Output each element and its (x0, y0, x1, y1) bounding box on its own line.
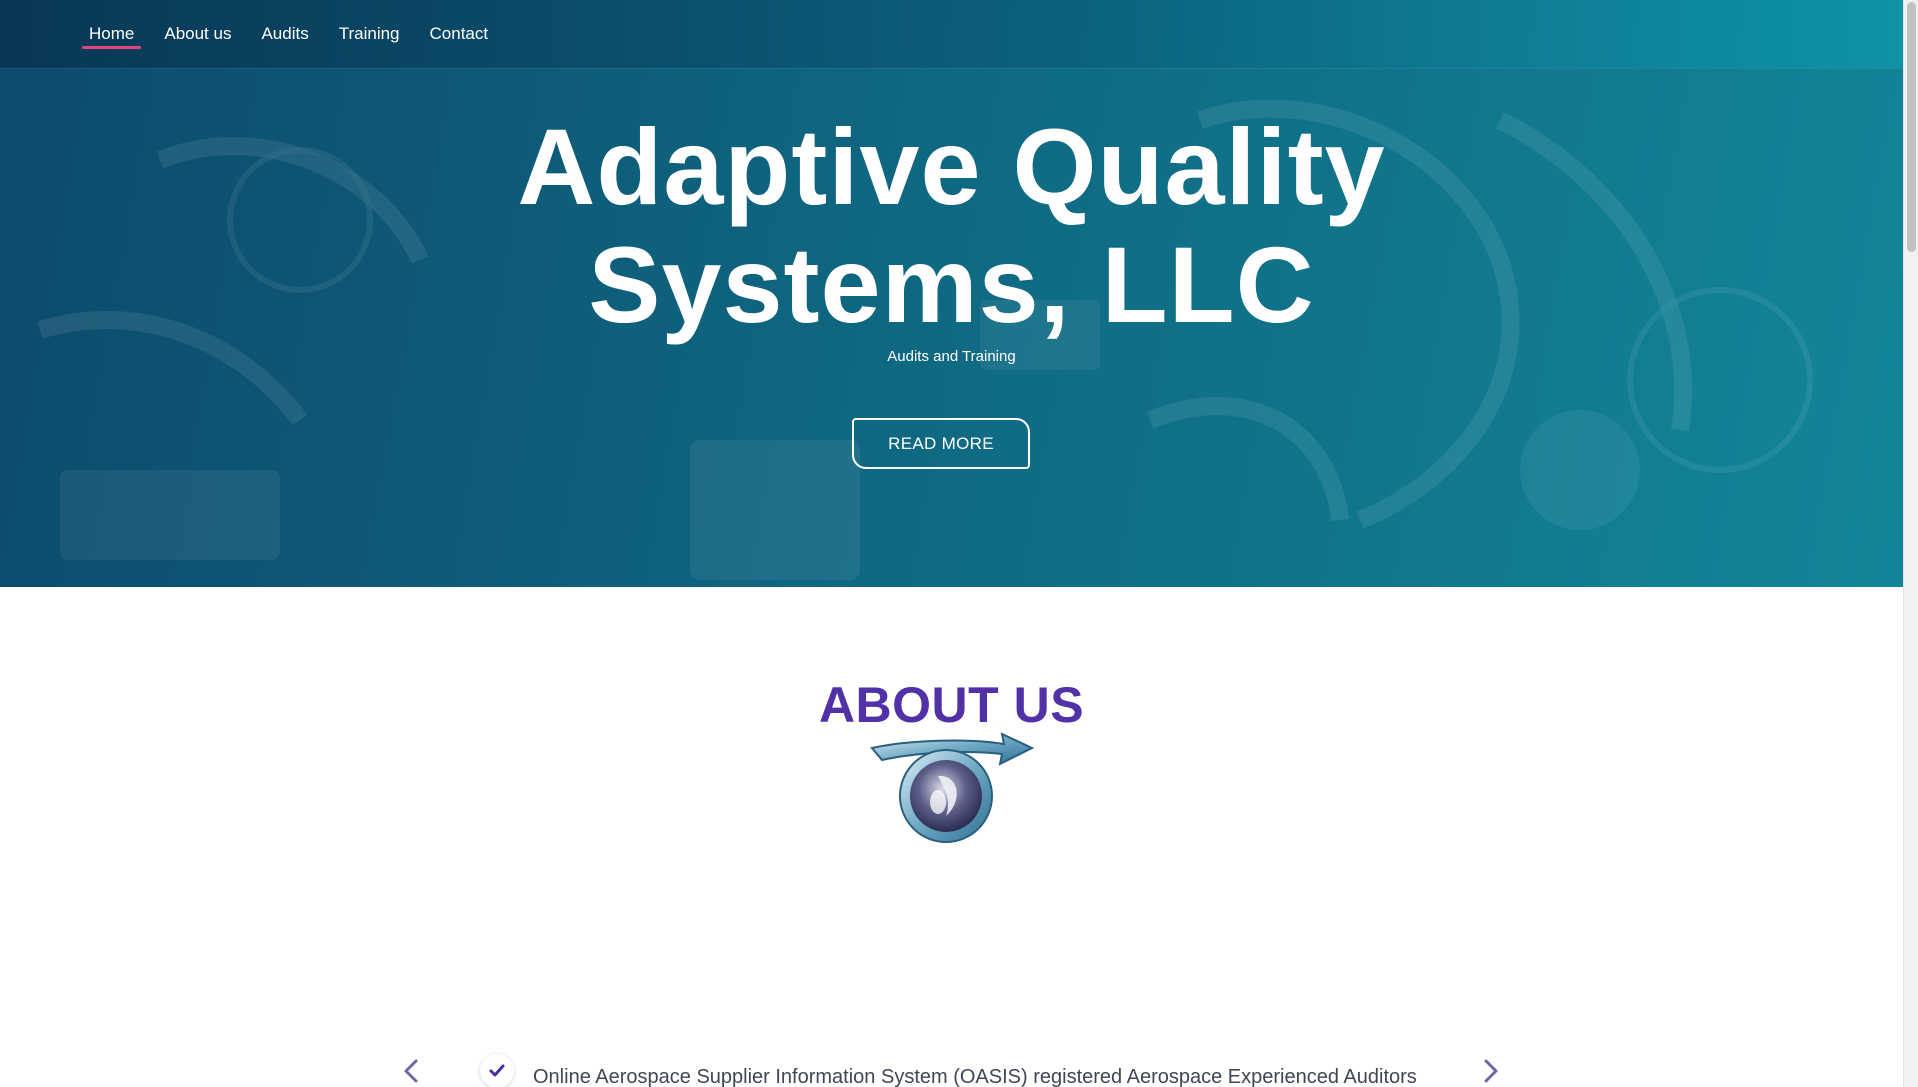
main-nav: Home About us Audits Training Contact (82, 0, 511, 68)
carousel-slide-text: Online Aerospace Supplier Information Sy… (533, 1066, 1417, 1087)
nav-item-contact[interactable]: Contact (423, 2, 496, 66)
chevron-right-icon[interactable] (1478, 1058, 1504, 1084)
page: Home About us Audits Training Contact Ad… (0, 0, 1918, 1087)
chevron-left-icon[interactable] (398, 1058, 424, 1084)
check-badge (480, 1054, 514, 1087)
read-more-button[interactable]: READ MORE (852, 418, 1030, 469)
hero-title: Adaptive Quality Systems, LLC (0, 108, 1903, 344)
nav-item-home[interactable]: Home (82, 2, 142, 66)
company-logo (870, 732, 1035, 843)
check-icon (489, 1064, 505, 1077)
page-scrollbar[interactable] (1903, 0, 1918, 1087)
top-navigation-bar: Home About us Audits Training Contact (0, 0, 1903, 68)
hero-subtitle: Audits and Training (887, 348, 1016, 365)
hero-section: Home About us Audits Training Contact Ad… (0, 0, 1903, 587)
scrollbar-thumb[interactable] (1907, 2, 1916, 252)
nav-item-training[interactable]: Training (332, 2, 407, 66)
nav-item-about-us[interactable]: About us (157, 2, 238, 66)
about-us-heading: ABOUT US (818, 677, 1085, 733)
hero-title-line-2: Systems, LLC (588, 224, 1315, 345)
hero-title-line-1: Adaptive Quality (517, 106, 1386, 227)
nav-item-audits[interactable]: Audits (254, 2, 315, 66)
